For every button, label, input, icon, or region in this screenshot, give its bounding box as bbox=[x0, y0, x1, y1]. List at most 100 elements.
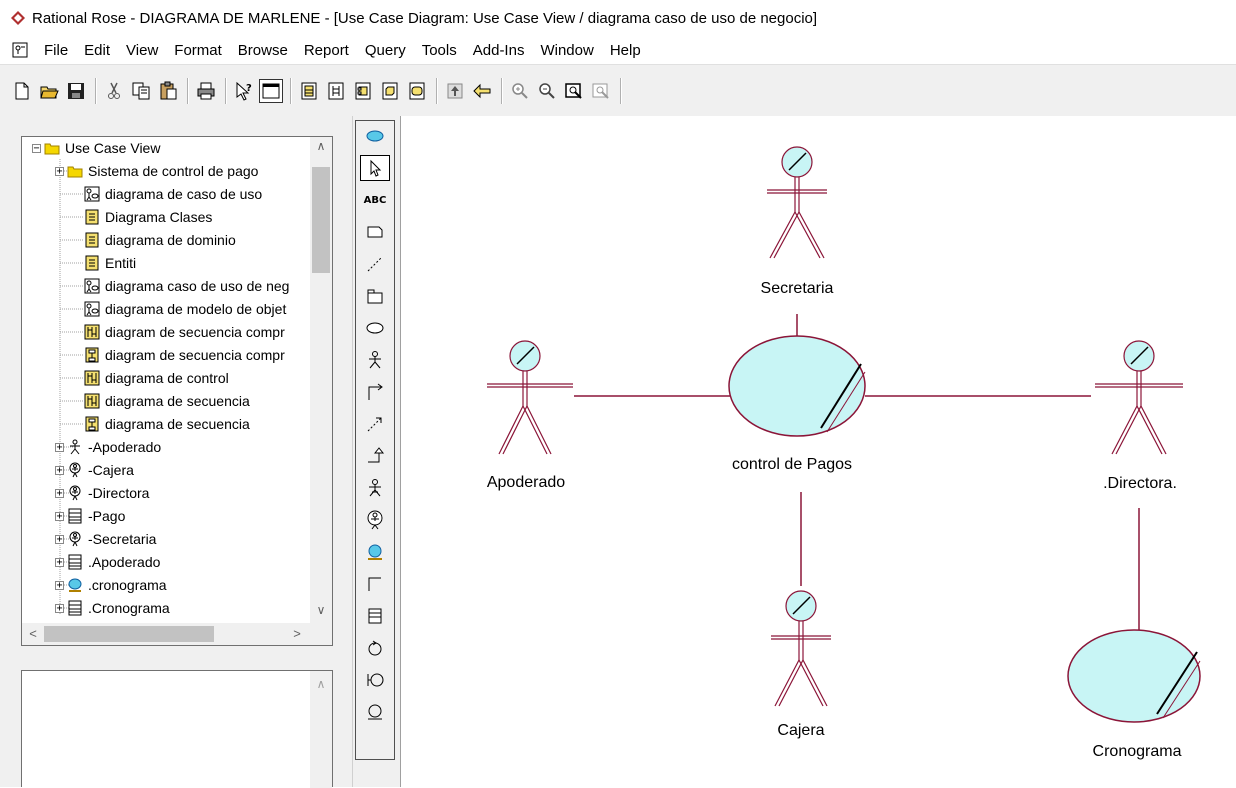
boundary-icon[interactable] bbox=[360, 667, 390, 693]
menu-add-ins[interactable]: Add-Ins bbox=[465, 42, 533, 59]
scroll-down-icon[interactable]: ∨ bbox=[310, 603, 332, 623]
expand-icon[interactable]: + bbox=[55, 580, 64, 590]
use-case-icon[interactable] bbox=[360, 123, 390, 149]
use-case-control-de-pagos[interactable] bbox=[728, 335, 866, 437]
tree-item[interactable]: + .Apoderado bbox=[55, 551, 160, 573]
zoom-out-icon[interactable] bbox=[535, 79, 559, 103]
use-case-cronograma[interactable] bbox=[1067, 629, 1201, 723]
expand-icon[interactable]: + bbox=[55, 488, 64, 498]
scroll-right-icon[interactable]: > bbox=[286, 623, 308, 645]
menu-edit[interactable]: Edit bbox=[76, 42, 118, 59]
tree-item[interactable]: diagrama de secuencia bbox=[83, 390, 250, 412]
note-icon[interactable] bbox=[360, 219, 390, 245]
undo-fit-icon[interactable] bbox=[589, 79, 613, 103]
scroll-left-icon[interactable]: < bbox=[22, 623, 44, 645]
zoom-in-icon[interactable] bbox=[508, 79, 532, 103]
actor-secretaria[interactable] bbox=[767, 146, 827, 259]
browse-parent-icon[interactable] bbox=[443, 79, 467, 103]
tree-item[interactable]: diagram de secuencia compr bbox=[83, 321, 285, 343]
diagram-canvas[interactable]: Secretaria Apoderado .Directora. Cajera … bbox=[400, 116, 1236, 787]
expand-icon[interactable]: + bbox=[55, 442, 64, 452]
tree-item[interactable]: + -Cajera bbox=[55, 459, 134, 481]
selection-arrow-icon[interactable] bbox=[360, 155, 390, 181]
tree-item[interactable]: diagrama de modelo de objet bbox=[83, 298, 286, 320]
tree-item-selected[interactable]: diagrama caso de uso de neg bbox=[83, 275, 289, 297]
state-diagram-icon[interactable] bbox=[405, 79, 429, 103]
unidirectional-association-icon[interactable] bbox=[360, 379, 390, 405]
actor-cajera[interactable] bbox=[771, 590, 831, 707]
tree-item[interactable]: + Sistema de control de pago bbox=[55, 160, 258, 182]
anchor-note-icon[interactable] bbox=[360, 251, 390, 277]
menu-tools[interactable]: Tools bbox=[414, 42, 465, 59]
menu-view[interactable]: View bbox=[118, 42, 166, 59]
tree-item[interactable]: diagrama de caso de uso bbox=[83, 183, 262, 205]
browse-previous-icon[interactable] bbox=[470, 79, 494, 103]
dependency-icon[interactable] bbox=[360, 411, 390, 437]
tree-item[interactable]: Diagrama Clases bbox=[83, 206, 212, 228]
expand-icon[interactable]: + bbox=[55, 603, 64, 613]
tree-item[interactable]: + -Directora bbox=[55, 482, 149, 504]
tree-item[interactable]: + -Apoderado bbox=[55, 436, 161, 458]
copy-icon[interactable] bbox=[129, 79, 153, 103]
new-icon[interactable] bbox=[10, 79, 34, 103]
cut-icon[interactable] bbox=[102, 79, 126, 103]
actor-directora[interactable] bbox=[1095, 340, 1183, 455]
business-entity-icon[interactable] bbox=[360, 603, 390, 629]
tree-item[interactable]: + -Pago bbox=[55, 505, 125, 527]
tree-item[interactable]: diagram de secuencia compr bbox=[83, 344, 285, 366]
actor-tool-icon[interactable] bbox=[360, 347, 390, 373]
class-diagram-icon[interactable] bbox=[297, 79, 321, 103]
context-help-icon[interactable]: ? bbox=[232, 79, 256, 103]
business-actor-tool-icon[interactable] bbox=[360, 475, 390, 501]
browser-horizontal-scrollbar[interactable]: < > bbox=[22, 623, 310, 645]
deployment-diagram-icon[interactable] bbox=[378, 79, 402, 103]
menu-help[interactable]: Help bbox=[602, 42, 649, 59]
save-icon[interactable] bbox=[64, 79, 88, 103]
tree-item[interactable]: diagrama de dominio bbox=[83, 229, 236, 251]
scrollbar-thumb[interactable] bbox=[44, 626, 214, 642]
scrollbar-thumb[interactable] bbox=[312, 167, 330, 273]
tree-item[interactable]: + .cronograma bbox=[55, 574, 167, 596]
browser-vertical-scrollbar[interactable]: ∧ ∨ bbox=[310, 137, 332, 623]
print-icon[interactable] bbox=[194, 79, 218, 103]
documentation-pane[interactable]: ∧ bbox=[21, 670, 333, 788]
open-icon[interactable] bbox=[37, 79, 61, 103]
actor-apoderado[interactable] bbox=[487, 340, 573, 455]
collapse-icon[interactable]: − bbox=[32, 143, 41, 153]
generalization-icon[interactable] bbox=[360, 443, 390, 469]
menu-query[interactable]: Query bbox=[357, 42, 414, 59]
text-tool-icon[interactable]: ABC bbox=[360, 187, 390, 213]
expand-icon[interactable]: + bbox=[55, 557, 64, 567]
scroll-up-icon[interactable]: ∧ bbox=[310, 677, 332, 691]
control-icon[interactable] bbox=[360, 699, 390, 725]
tree-root-use-case-view[interactable]: − Use Case View bbox=[32, 137, 160, 159]
interaction-diagram-icon[interactable] bbox=[324, 79, 348, 103]
tree-item[interactable]: + -Secretaria bbox=[55, 528, 156, 550]
menu-file[interactable]: File bbox=[36, 42, 76, 59]
doc-vertical-scrollbar[interactable]: ∧ bbox=[310, 671, 332, 788]
expand-icon[interactable]: + bbox=[55, 511, 64, 521]
expand-icon[interactable]: + bbox=[55, 534, 64, 544]
expand-icon[interactable]: + bbox=[55, 166, 64, 176]
tree-item[interactable]: Entiti bbox=[83, 252, 136, 274]
scroll-up-icon[interactable]: ∧ bbox=[310, 139, 332, 159]
menu-format[interactable]: Format bbox=[166, 42, 230, 59]
fit-in-window-icon[interactable] bbox=[562, 79, 586, 103]
menu-window[interactable]: Window bbox=[532, 42, 601, 59]
tree-item[interactable]: + .Cronograma bbox=[55, 597, 170, 619]
menu-browse[interactable]: Browse bbox=[230, 42, 296, 59]
component-diagram-icon[interactable] bbox=[351, 79, 375, 103]
document-menu-icon[interactable] bbox=[12, 42, 28, 58]
package-icon[interactable] bbox=[360, 283, 390, 309]
menu-report[interactable]: Report bbox=[296, 42, 357, 59]
tree-item[interactable]: diagrama de control bbox=[83, 367, 229, 389]
business-use-case-tool-icon[interactable] bbox=[360, 539, 390, 565]
business-event-icon[interactable] bbox=[360, 635, 390, 661]
view-doc-icon[interactable] bbox=[259, 78, 283, 103]
use-case-tool-icon[interactable] bbox=[360, 315, 390, 341]
expand-icon[interactable]: + bbox=[55, 465, 64, 475]
business-use-case-realization-icon[interactable] bbox=[360, 571, 390, 597]
paste-icon[interactable] bbox=[156, 79, 180, 103]
tree-item[interactable]: diagrama de secuencia bbox=[83, 413, 250, 435]
business-worker-icon[interactable] bbox=[360, 507, 390, 533]
